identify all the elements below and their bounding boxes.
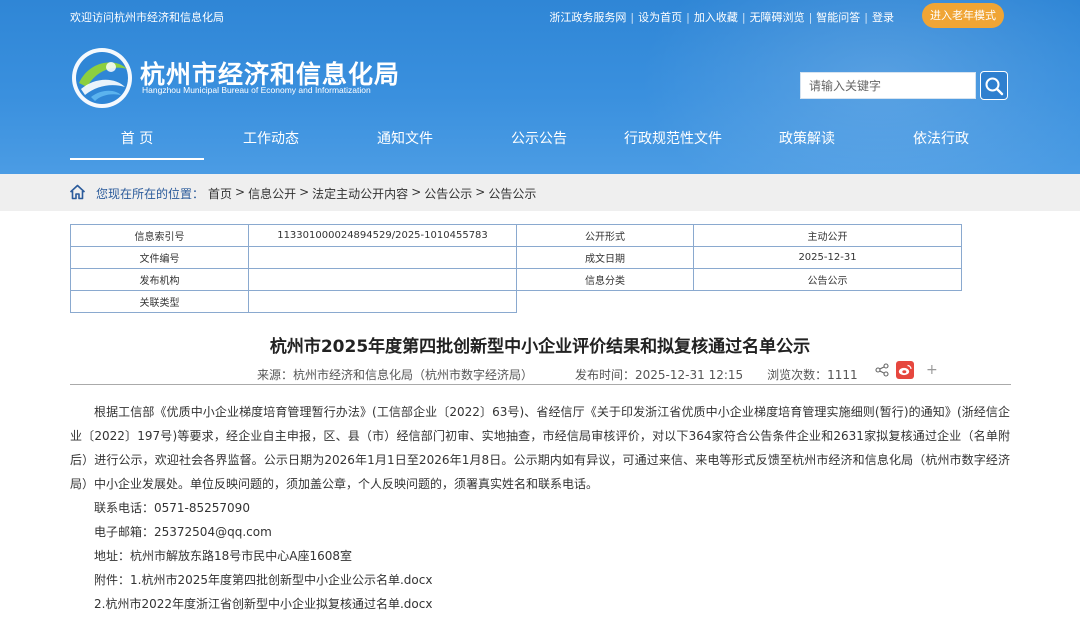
- article-body: 根据工信部《优质中小企业梯度培育管理暂行办法》(工信部企业〔2022〕63号)、…: [70, 400, 1010, 616]
- nav-announcements[interactable]: 公示公告: [472, 120, 606, 160]
- nav-notices[interactable]: 通知文件: [338, 120, 472, 160]
- category-value: 公告公示: [693, 268, 962, 291]
- search-input[interactable]: [800, 72, 976, 99]
- article-views: 浏览次数：1111: [767, 368, 858, 382]
- weibo-icon[interactable]: [896, 361, 914, 379]
- type-value: [248, 290, 517, 313]
- breadcrumb-announcements[interactable]: 公告公示: [424, 185, 472, 202]
- org-label: 发布机构: [70, 268, 249, 291]
- index-value: 113301000024894529/2025-1010455783: [248, 224, 517, 247]
- search-button[interactable]: [980, 71, 1008, 100]
- main-nav: 首 页 工作动态 通知文件 公示公告 行政规范性文件 政策解读 依法行政: [70, 120, 1010, 160]
- breadcrumb-home[interactable]: 首页: [208, 185, 232, 202]
- type-label: 关联类型: [70, 290, 249, 313]
- breadcrumb-lead: 您现在所在的位置：: [96, 187, 205, 201]
- form-value: 主动公开: [693, 224, 962, 247]
- breadcrumb-current[interactable]: 公告公示: [488, 185, 536, 202]
- table-row: 信息索引号 113301000024894529/2025-1010455783…: [70, 224, 962, 247]
- info-table: 信息索引号 113301000024894529/2025-1010455783…: [70, 224, 962, 313]
- more-share-icon[interactable]: +: [926, 362, 938, 378]
- elder-mode-button[interactable]: 进入老年模式: [922, 3, 1004, 28]
- site-header: 欢迎访问杭州市经济和信息化局 浙江政务服务网 | 设为首页 | 加入收藏 | 无障碍浏…: [0, 0, 1080, 174]
- breadcrumb-trail: 您现在所在的位置： 首页 > 信息公开 > 法定主动公开内容 > 公告公示 > 公告公示: [96, 185, 537, 202]
- link-accessibility[interactable]: 无障碍浏览: [750, 9, 805, 25]
- date-value: 2025-12-31: [693, 246, 962, 269]
- breadcrumb-info-public[interactable]: 信息公开: [248, 185, 296, 202]
- contact-phone: 联系电话：0571-85257090: [94, 501, 250, 515]
- table-row: 发布机构 信息分类 公告公示: [70, 268, 962, 291]
- table-row: 文件编号 成文日期 2025-12-31: [70, 246, 962, 269]
- article-source: 来源：杭州市经济和信息化局（杭州市数字经济局）: [257, 368, 534, 382]
- article-meta: 来源：杭州市经济和信息化局（杭州市数字经济局） 发布时间：2025-12-31 …: [257, 366, 858, 383]
- article-published: 发布时间：2025-12-31 12:15: [575, 368, 744, 382]
- home-icon: [69, 184, 86, 200]
- index-label: 信息索引号: [70, 224, 249, 247]
- table-row: 关联类型: [70, 290, 962, 313]
- date-label: 成文日期: [516, 246, 694, 269]
- attachment-link-2[interactable]: 2.杭州市2022年度浙江省创新型中小企业拟复核通过名单.docx: [70, 592, 1010, 616]
- org-value: [248, 268, 517, 291]
- link-add-favorite[interactable]: 加入收藏: [694, 9, 738, 25]
- link-login[interactable]: 登录: [872, 9, 894, 25]
- attachment-link-1[interactable]: 附件：1.杭州市2025年度第四批创新型中小企业公示名单.docx: [70, 568, 1010, 592]
- table-blank: [517, 291, 962, 313]
- link-smart-qa[interactable]: 智能问答: [816, 9, 860, 25]
- title-divider: [70, 384, 1011, 385]
- nav-policy-interpretation[interactable]: 政策解读: [740, 120, 874, 160]
- docno-label: 文件编号: [70, 246, 249, 269]
- breadcrumb-statutory[interactable]: 法定主动公开内容: [312, 185, 408, 202]
- contact-email: 电子邮箱：25372504@qq.com: [94, 525, 272, 539]
- nav-work-news[interactable]: 工作动态: [204, 120, 338, 160]
- top-links: 浙江政务服务网 | 设为首页 | 加入收藏 | 无障碍浏览 | 智能问答 | 登录: [549, 9, 894, 25]
- category-label: 信息分类: [516, 268, 694, 291]
- breadcrumb: 您现在所在的位置： 首页 > 信息公开 > 法定主动公开内容 > 公告公示 > 公告公示: [0, 174, 1080, 211]
- contact-address: 地址：杭州市解放东路18号市民中心A座1608室: [94, 549, 353, 563]
- link-zjzwfw[interactable]: 浙江政务服务网: [549, 9, 626, 25]
- docno-value: [248, 246, 517, 269]
- site-subtitle: Hangzhou Municipal Bureau of Economy and…: [142, 85, 371, 95]
- nav-law-administration[interactable]: 依法行政: [874, 120, 1008, 160]
- nav-normative-docs[interactable]: 行政规范性文件: [606, 120, 740, 160]
- welcome-text: 欢迎访问杭州市经济和信息化局: [70, 11, 224, 24]
- share-icon[interactable]: [875, 363, 889, 377]
- article-title: 杭州市2025年度第四批创新型中小企业评价结果和拟复核通过名单公示: [269, 337, 811, 357]
- weibo-glyph-icon: [898, 364, 912, 376]
- article-paragraph: 根据工信部《优质中小企业梯度培育管理暂行办法》(工信部企业〔2022〕63号)、…: [70, 405, 1010, 491]
- nav-home[interactable]: 首 页: [70, 120, 204, 160]
- share-bar: +: [875, 361, 938, 379]
- form-label: 公开形式: [516, 224, 694, 247]
- link-set-homepage[interactable]: 设为首页: [638, 9, 682, 25]
- bureau-logo-icon: [72, 48, 132, 108]
- search-icon: [985, 77, 1004, 95]
